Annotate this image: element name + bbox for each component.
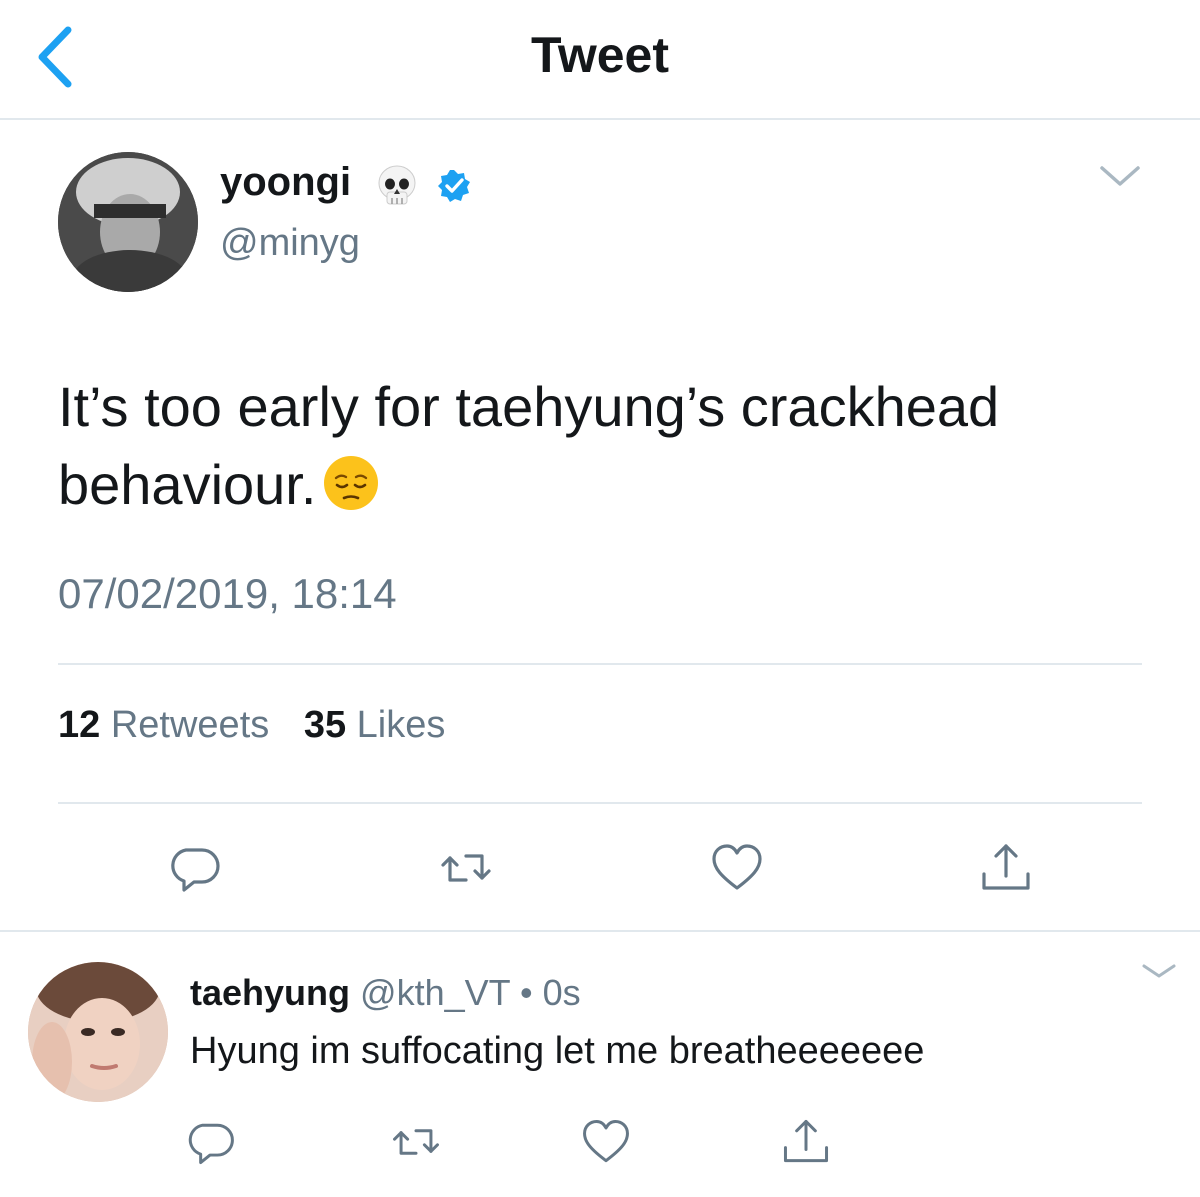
- tweet-options-button[interactable]: [1096, 158, 1144, 194]
- heart-icon: [712, 844, 762, 890]
- tweet-text: It’s too early for taehyung’s crackhead …: [58, 368, 1158, 524]
- reply-separator: •: [520, 972, 533, 1013]
- reply-button[interactable]: [164, 838, 224, 898]
- reply-share-button[interactable]: [778, 1114, 834, 1170]
- divider: [58, 663, 1142, 665]
- reply-icon: [188, 1123, 234, 1165]
- verified-badge-icon: [438, 170, 470, 202]
- retweets-stat[interactable]: 12 Retweets: [58, 704, 269, 747]
- likes-stat[interactable]: 35 Likes: [304, 704, 446, 747]
- retweet-button[interactable]: [436, 838, 496, 898]
- reply-text: Hyung im suffocating let me breatheeeeee…: [190, 1030, 925, 1072]
- share-icon: [982, 844, 1030, 890]
- retweets-label: Retweets: [110, 704, 270, 746]
- avatar-photo: [58, 152, 198, 292]
- chevron-down-icon: [1100, 166, 1140, 186]
- top-nav-bar: Tweet: [0, 0, 1200, 120]
- avatar[interactable]: [58, 152, 198, 292]
- reply-time: 0s: [542, 972, 581, 1013]
- retweet-icon: [393, 1129, 439, 1155]
- reply-avatar-photo: [28, 962, 168, 1102]
- tweet-timestamp: 07/02/2019, 18:14: [58, 570, 397, 617]
- author-display-name[interactable]: yoongi: [220, 160, 351, 205]
- divider: [58, 802, 1142, 804]
- retweets-count: 12: [58, 704, 101, 746]
- reply-icon: [171, 848, 220, 892]
- section-divider: [0, 930, 1200, 932]
- reply-like-button[interactable]: [578, 1114, 634, 1170]
- retweet-icon: [441, 854, 491, 882]
- tweet-text-content: It’s too early for taehyung’s crackhead …: [58, 375, 1000, 516]
- share-icon: [783, 1119, 829, 1163]
- heart-icon: [583, 1119, 629, 1163]
- like-button[interactable]: [707, 838, 767, 898]
- reply-author-name[interactable]: taehyung: [190, 972, 350, 1013]
- likes-label: Likes: [356, 704, 446, 746]
- reply-header: taehyung @kth_VT • 0s: [190, 972, 581, 1014]
- reply-author-handle[interactable]: @kth_VT: [360, 972, 510, 1013]
- tweet-stats: 12 Retweets 35 Likes: [58, 704, 469, 747]
- skull-icon: [378, 165, 416, 205]
- reply-avatar[interactable]: [28, 962, 168, 1102]
- reply-reply-button[interactable]: [182, 1114, 238, 1170]
- page-title: Tweet: [531, 27, 669, 83]
- pensive-face-icon: [324, 456, 379, 510]
- likes-count: 35: [303, 704, 347, 746]
- share-button[interactable]: [976, 838, 1036, 898]
- chevron-down-icon: [1142, 964, 1176, 978]
- reply-retweet-button[interactable]: [388, 1114, 444, 1170]
- reply-options-button[interactable]: [1138, 960, 1180, 982]
- author-handle[interactable]: @minyg: [220, 222, 360, 265]
